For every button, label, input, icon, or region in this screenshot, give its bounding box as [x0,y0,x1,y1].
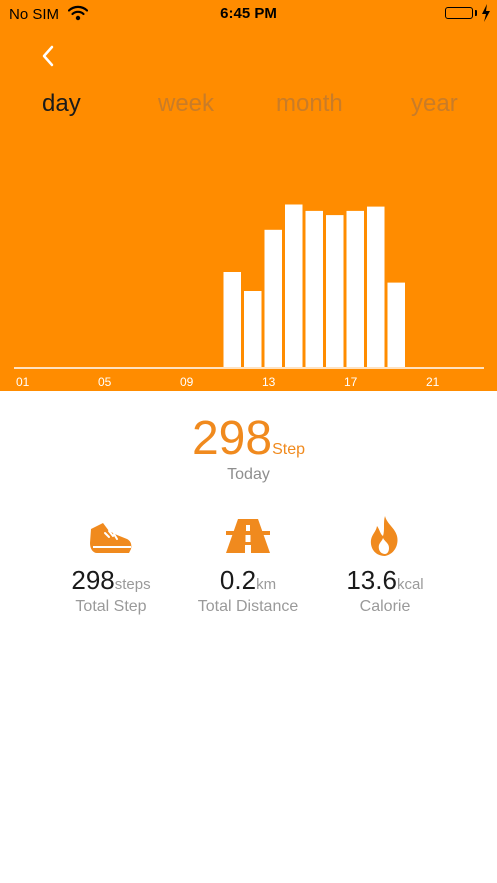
today-label: Today [227,466,270,483]
calorie-value: 13.6 [346,565,397,595]
today-step-unit: Step [272,441,305,458]
chart-x-tick-label: 13 [262,375,276,389]
charging-bolt-icon [482,4,490,22]
flame-icon [370,516,398,556]
calorie-unit: kcal [396,576,424,593]
shoe-icon [90,523,132,553]
chart-bar [387,282,405,367]
today-summary: 298Step Today [0,410,497,484]
chart-bar [367,206,385,367]
header: No SIM 6:45 PM day week month year 01 05 0… [0,0,497,391]
chevron-left-icon[interactable] [38,42,58,70]
chart-x-tick-label: 09 [180,375,194,389]
chart-bar [285,204,303,367]
total-step-value: 298 [71,565,115,595]
daily-steps-chart: 01 05 09 13 17 21 [14,204,484,389]
total-distance-label: Total Distance [197,598,299,615]
battery-icon [445,7,473,19]
chart-bar [346,210,364,367]
tab-day[interactable]: day [42,90,81,118]
total-step-label: Total Step [75,598,147,615]
road-icon [226,519,270,553]
total-step-unit: steps [114,576,151,593]
chart-bar [264,229,282,367]
status-time: 6:45 PM [220,5,277,22]
stat-total-distance: 0.2km Total Distance [173,515,323,616]
chart-bar [326,215,344,367]
stat-total-step: 298steps Total Step [36,515,186,616]
today-step-value: 298 [191,412,273,465]
chart-x-tick-label: 01 [16,375,30,389]
calorie-label: Calorie [359,598,411,615]
period-tabs: day week month year [0,90,497,124]
chart-x-tick-label: 21 [426,375,440,389]
status-bar: No SIM 6:45 PM [0,0,497,28]
chart-bar [305,210,323,367]
chart-bar [244,291,262,367]
battery-cap [475,10,477,16]
chart-x-tick-label: 05 [98,375,112,389]
stat-calorie: 13.6kcal Calorie [310,515,460,616]
chart-x-tick-label: 17 [344,375,358,389]
chart-bar [223,272,241,367]
tab-year[interactable]: year [411,90,458,118]
tab-month[interactable]: month [276,90,343,118]
total-distance-value: 0.2 [219,565,257,595]
tab-week[interactable]: week [158,90,214,118]
total-distance-unit: km [256,576,277,593]
